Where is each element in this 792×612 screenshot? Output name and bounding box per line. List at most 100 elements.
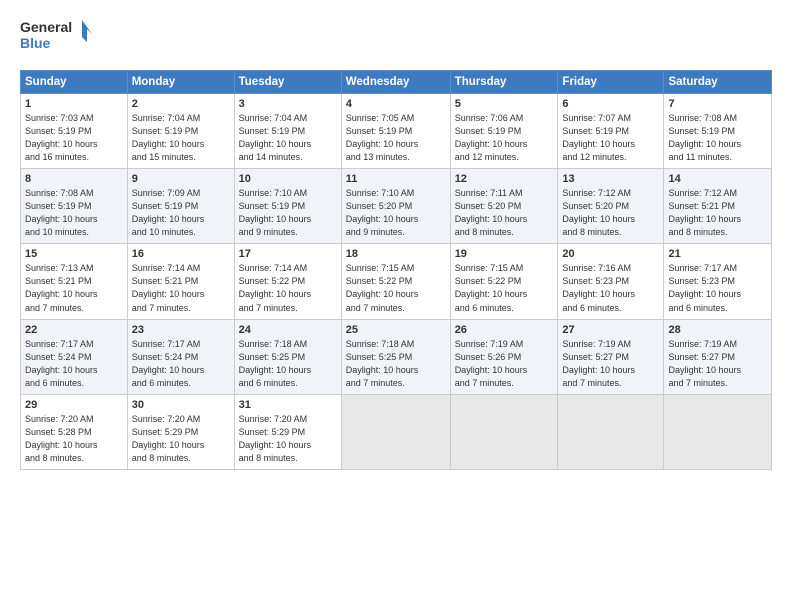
day-info: Sunrise: 7:15 AM Sunset: 5:22 PM Dayligh… <box>455 262 554 314</box>
day-number: 24 <box>239 324 337 336</box>
day-info: Sunrise: 7:04 AM Sunset: 5:19 PM Dayligh… <box>239 112 337 164</box>
day-number: 30 <box>132 399 230 411</box>
day-info: Sunrise: 7:20 AM Sunset: 5:28 PM Dayligh… <box>25 413 123 465</box>
logo: General Blue <box>20 16 100 60</box>
day-number: 6 <box>562 98 659 110</box>
calendar-header-row: SundayMondayTuesdayWednesdayThursdayFrid… <box>21 71 772 94</box>
calendar-cell: 24Sunrise: 7:18 AM Sunset: 5:25 PM Dayli… <box>234 319 341 394</box>
day-number: 16 <box>132 248 230 260</box>
calendar-week-row: 22 Sunrise: 7:17 AM Sunset: 5:24 PM Dayli… <box>21 319 772 394</box>
calendar-header-tuesday: Tuesday <box>234 71 341 94</box>
calendar-cell: 28 Sunrise: 7:19 AM Sunset: 5:27 PM Dayli… <box>664 319 772 394</box>
calendar-cell: 31 Sunrise: 7:20 AM Sunset: 5:29 PM Dayli… <box>234 394 341 469</box>
calendar-week-row: 1Sunrise: 7:03 AM Sunset: 5:19 PM Daylig… <box>21 94 772 169</box>
calendar-week-row: 29 Sunrise: 7:20 AM Sunset: 5:28 PM Dayli… <box>21 394 772 469</box>
day-info: Sunrise: 7:12 AM Sunset: 5:20 PM Dayligh… <box>562 187 659 239</box>
day-number: 1 <box>25 98 123 110</box>
day-info: Sunrise: 7:13 AM Sunset: 5:21 PM Dayligh… <box>25 262 123 314</box>
day-number: 13 <box>562 173 659 185</box>
day-number: 22 <box>25 324 123 336</box>
day-info: Sunrise: 7:20 AM Sunset: 5:29 PM Dayligh… <box>132 413 230 465</box>
day-number: 10 <box>239 173 337 185</box>
calendar-cell: 29 Sunrise: 7:20 AM Sunset: 5:28 PM Dayli… <box>21 394 128 469</box>
general-blue-logo-icon: General Blue <box>20 16 100 60</box>
day-number: 31 <box>239 399 337 411</box>
day-info: Sunrise: 7:05 AM Sunset: 5:19 PM Dayligh… <box>346 112 446 164</box>
day-info: Sunrise: 7:14 AM Sunset: 5:21 PM Dayligh… <box>132 262 230 314</box>
calendar-cell <box>341 394 450 469</box>
day-number: 3 <box>239 98 337 110</box>
day-number: 28 <box>668 324 767 336</box>
day-number: 26 <box>455 324 554 336</box>
calendar-cell: 3 Sunrise: 7:04 AM Sunset: 5:19 PM Daylig… <box>234 94 341 169</box>
calendar-cell: 12 Sunrise: 7:11 AM Sunset: 5:20 PM Dayli… <box>450 169 558 244</box>
day-number: 23 <box>132 324 230 336</box>
calendar-week-row: 15 Sunrise: 7:13 AM Sunset: 5:21 PM Dayli… <box>21 244 772 319</box>
svg-text:Blue: Blue <box>20 35 51 51</box>
calendar-header-saturday: Saturday <box>664 71 772 94</box>
day-info: Sunrise: 7:18 AM Sunset: 5:25 PM Dayligh… <box>346 338 446 390</box>
calendar-cell: 11 Sunrise: 7:10 AM Sunset: 5:20 PM Dayli… <box>341 169 450 244</box>
day-number: 25 <box>346 324 446 336</box>
calendar-cell: 16 Sunrise: 7:14 AM Sunset: 5:21 PM Dayli… <box>127 244 234 319</box>
calendar-cell <box>558 394 664 469</box>
calendar-cell: 6 Sunrise: 7:07 AM Sunset: 5:19 PM Daylig… <box>558 94 664 169</box>
day-number: 20 <box>562 248 659 260</box>
calendar-header-wednesday: Wednesday <box>341 71 450 94</box>
day-info: Sunrise: 7:09 AM Sunset: 5:19 PM Dayligh… <box>132 187 230 239</box>
day-number: 19 <box>455 248 554 260</box>
calendar-cell: 4Sunrise: 7:05 AM Sunset: 5:19 PM Daylig… <box>341 94 450 169</box>
calendar-cell: 15 Sunrise: 7:13 AM Sunset: 5:21 PM Dayli… <box>21 244 128 319</box>
day-info: Sunrise: 7:14 AM Sunset: 5:22 PM Dayligh… <box>239 262 337 314</box>
calendar-cell: 8 Sunrise: 7:08 AM Sunset: 5:19 PM Daylig… <box>21 169 128 244</box>
calendar-cell: 21Sunrise: 7:17 AM Sunset: 5:23 PM Dayli… <box>664 244 772 319</box>
calendar-table: SundayMondayTuesdayWednesdayThursdayFrid… <box>20 70 772 470</box>
day-info: Sunrise: 7:17 AM Sunset: 5:23 PM Dayligh… <box>668 262 767 314</box>
calendar-cell: 7Sunrise: 7:08 AM Sunset: 5:19 PM Daylig… <box>664 94 772 169</box>
svg-text:General: General <box>20 19 72 35</box>
calendar-cell: 1Sunrise: 7:03 AM Sunset: 5:19 PM Daylig… <box>21 94 128 169</box>
calendar-cell: 5Sunrise: 7:06 AM Sunset: 5:19 PM Daylig… <box>450 94 558 169</box>
day-info: Sunrise: 7:19 AM Sunset: 5:26 PM Dayligh… <box>455 338 554 390</box>
day-number: 5 <box>455 98 554 110</box>
calendar-cell <box>450 394 558 469</box>
day-info: Sunrise: 7:19 AM Sunset: 5:27 PM Dayligh… <box>668 338 767 390</box>
day-info: Sunrise: 7:17 AM Sunset: 5:24 PM Dayligh… <box>132 338 230 390</box>
day-info: Sunrise: 7:19 AM Sunset: 5:27 PM Dayligh… <box>562 338 659 390</box>
calendar-header-friday: Friday <box>558 71 664 94</box>
calendar-week-row: 8 Sunrise: 7:08 AM Sunset: 5:19 PM Daylig… <box>21 169 772 244</box>
calendar-cell: 13 Sunrise: 7:12 AM Sunset: 5:20 PM Dayli… <box>558 169 664 244</box>
day-info: Sunrise: 7:10 AM Sunset: 5:20 PM Dayligh… <box>346 187 446 239</box>
day-info: Sunrise: 7:15 AM Sunset: 5:22 PM Dayligh… <box>346 262 446 314</box>
calendar-header-monday: Monday <box>127 71 234 94</box>
calendar-cell: 20 Sunrise: 7:16 AM Sunset: 5:23 PM Dayli… <box>558 244 664 319</box>
day-number: 11 <box>346 173 446 185</box>
calendar-cell: 26 Sunrise: 7:19 AM Sunset: 5:26 PM Dayli… <box>450 319 558 394</box>
day-number: 12 <box>455 173 554 185</box>
calendar-cell: 14 Sunrise: 7:12 AM Sunset: 5:21 PM Dayli… <box>664 169 772 244</box>
day-number: 18 <box>346 248 446 260</box>
calendar-cell: 30 Sunrise: 7:20 AM Sunset: 5:29 PM Dayli… <box>127 394 234 469</box>
calendar-cell: 27 Sunrise: 7:19 AM Sunset: 5:27 PM Dayli… <box>558 319 664 394</box>
day-info: Sunrise: 7:08 AM Sunset: 5:19 PM Dayligh… <box>25 187 123 239</box>
day-info: Sunrise: 7:20 AM Sunset: 5:29 PM Dayligh… <box>239 413 337 465</box>
calendar-cell <box>664 394 772 469</box>
day-number: 9 <box>132 173 230 185</box>
day-number: 7 <box>668 98 767 110</box>
day-info: Sunrise: 7:12 AM Sunset: 5:21 PM Dayligh… <box>668 187 767 239</box>
day-number: 15 <box>25 248 123 260</box>
calendar-cell: 17Sunrise: 7:14 AM Sunset: 5:22 PM Dayli… <box>234 244 341 319</box>
day-info: Sunrise: 7:10 AM Sunset: 5:19 PM Dayligh… <box>239 187 337 239</box>
day-number: 27 <box>562 324 659 336</box>
day-info: Sunrise: 7:07 AM Sunset: 5:19 PM Dayligh… <box>562 112 659 164</box>
day-number: 29 <box>25 399 123 411</box>
day-number: 14 <box>668 173 767 185</box>
day-info: Sunrise: 7:16 AM Sunset: 5:23 PM Dayligh… <box>562 262 659 314</box>
calendar-cell: 10 Sunrise: 7:10 AM Sunset: 5:19 PM Dayli… <box>234 169 341 244</box>
calendar-cell: 25 Sunrise: 7:18 AM Sunset: 5:25 PM Dayli… <box>341 319 450 394</box>
page: General Blue SundayMondayTuesdayWednesda… <box>0 0 792 612</box>
day-info: Sunrise: 7:11 AM Sunset: 5:20 PM Dayligh… <box>455 187 554 239</box>
day-number: 8 <box>25 173 123 185</box>
calendar-header-sunday: Sunday <box>21 71 128 94</box>
calendar-cell: 2Sunrise: 7:04 AM Sunset: 5:19 PM Daylig… <box>127 94 234 169</box>
